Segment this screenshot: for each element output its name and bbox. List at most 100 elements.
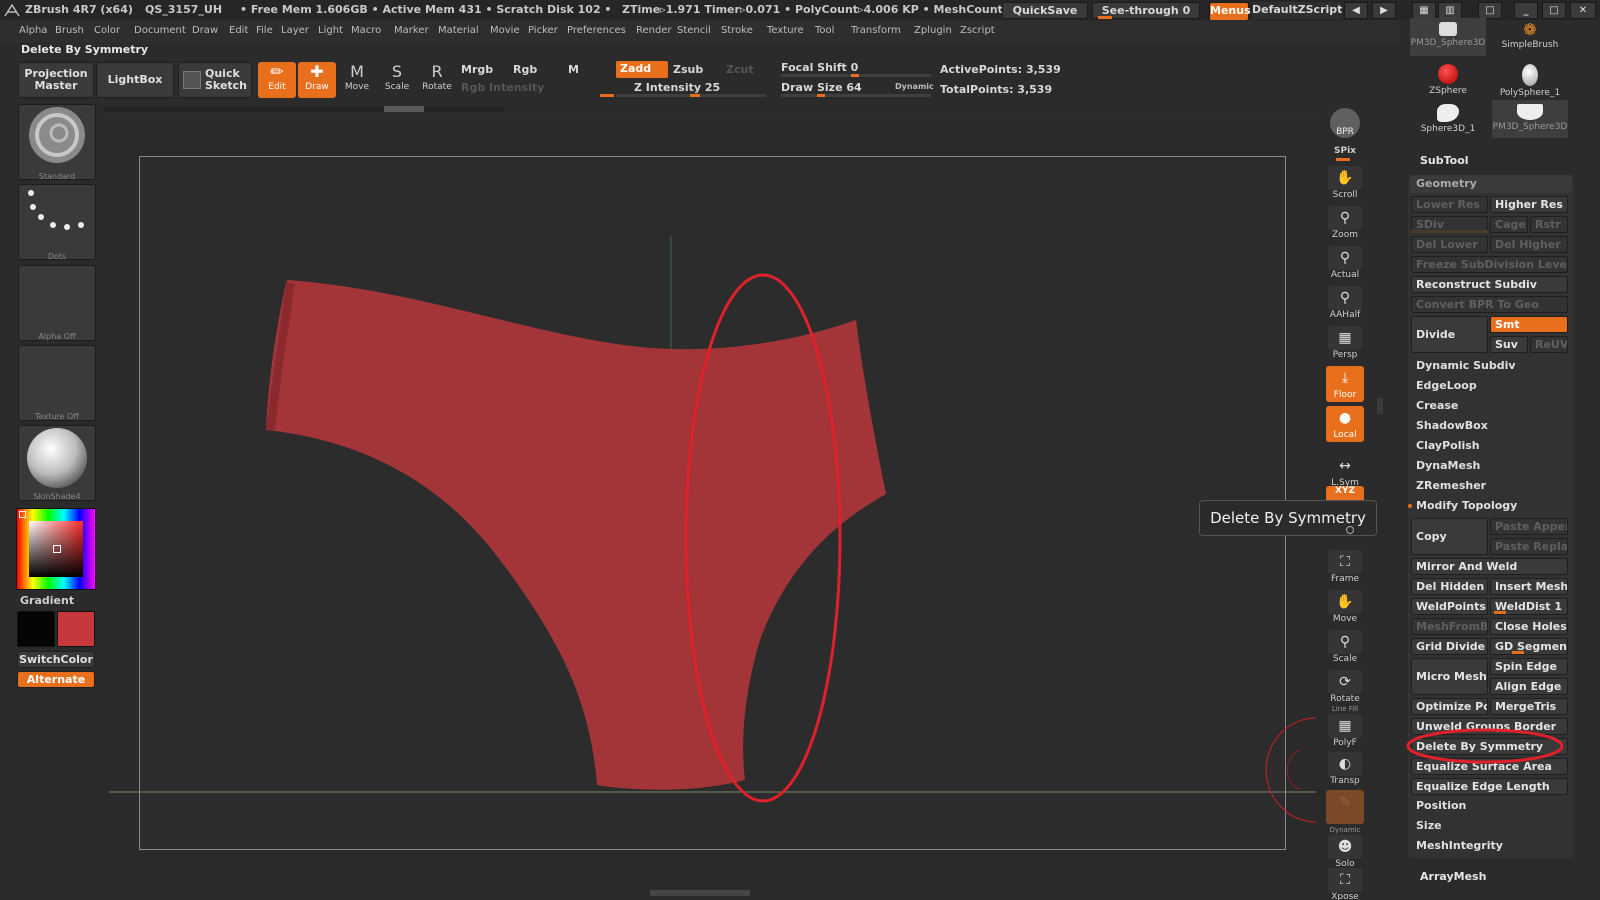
actual-button[interactable]: ⚲ Actual	[1326, 246, 1364, 280]
move-view-button[interactable]: ✋ Move	[1326, 590, 1364, 624]
paste-append-button[interactable]: Paste Appen	[1490, 518, 1568, 535]
subtool-name: SimpleBrush	[1501, 40, 1559, 50]
gd-segments-fill	[1512, 651, 1524, 654]
window-layout-icon[interactable]: ▥	[1438, 2, 1462, 19]
subtool-thumb-polysphere[interactable]: PolySphere_1	[1492, 60, 1568, 98]
edgeloop-section[interactable]: EdgeLoop	[1410, 377, 1572, 395]
modify-topology-section[interactable]: Modify Topology	[1410, 497, 1572, 515]
micro-mesh-button[interactable]: Micro Mesh	[1411, 658, 1488, 695]
subtool-name: PM3D_Sphere3D	[1410, 38, 1486, 48]
subtool-thumb-sphere3d[interactable]: Sphere3D_1	[1410, 100, 1486, 138]
dynamesh-section[interactable]: DynaMesh	[1410, 457, 1572, 475]
mirror-and-weld-button[interactable]: Mirror And Weld	[1411, 558, 1568, 575]
del-higher-button[interactable]: Del Higher	[1490, 236, 1568, 253]
zbrush-window: ZBrush 4R7 (x64) QS_3157_UH • Free Mem 1…	[0, 0, 1600, 900]
maximize-icon[interactable]: □	[1542, 2, 1566, 19]
weldpoints-button[interactable]: WeldPoints	[1411, 598, 1488, 615]
mergetris-button[interactable]: MergeTris	[1490, 698, 1568, 715]
size-section[interactable]: Size	[1410, 817, 1572, 835]
spin-edge-button[interactable]: Spin Edge	[1490, 658, 1568, 675]
spix-fill	[1336, 158, 1350, 161]
persp-button[interactable]: ▦ Persp	[1326, 326, 1364, 360]
canvas-bottom-scroll[interactable]	[650, 890, 750, 896]
minimize-icon[interactable]: _	[1514, 2, 1538, 19]
layout-left-icon[interactable]: ◀	[1344, 2, 1368, 19]
frame-label: Frame	[1330, 574, 1360, 584]
crease-section[interactable]: Crease	[1410, 397, 1572, 415]
xpose-button[interactable]: ⛶ Xpose	[1326, 868, 1364, 900]
scale-view-button[interactable]: ⚲ Scale	[1326, 630, 1364, 664]
zremesher-section[interactable]: ZRemesher	[1410, 477, 1572, 495]
paste-replace-button[interactable]: Paste Replac	[1490, 538, 1568, 555]
close-icon[interactable]: ✕	[1570, 2, 1596, 19]
aahalf-button[interactable]: ⚲ AAHalf	[1326, 286, 1364, 320]
meshintegrity-section[interactable]: MeshIntegrity	[1410, 837, 1572, 855]
del-hidden-button[interactable]: Del Hidden	[1411, 578, 1488, 595]
lock-icon[interactable]: □	[1478, 2, 1502, 19]
higher-res-button[interactable]: Higher Res	[1490, 196, 1568, 213]
freeze-subdivision-button[interactable]: Freeze SubDivision Levels	[1411, 256, 1568, 273]
frame-icon: ⛶	[1328, 550, 1362, 574]
bpr-button[interactable]: BPR	[1326, 108, 1364, 138]
convert-bpr-button[interactable]: Convert BPR To Geo	[1411, 296, 1568, 313]
floor-label: Floor	[1333, 390, 1357, 400]
rotate-view-button[interactable]: ⟳ Rotate	[1326, 670, 1364, 704]
subtool-name: PolySphere_1	[1499, 88, 1561, 98]
subtool-thumb-zsphere[interactable]: ZSphere	[1410, 60, 1486, 98]
claypolish-section[interactable]: ClayPolish	[1410, 437, 1572, 455]
grid-divide-button[interactable]: Grid Divide	[1411, 638, 1488, 655]
reuv-button[interactable]: ReUV	[1530, 336, 1568, 353]
annotation-arc	[1265, 717, 1317, 823]
layout-right-icon[interactable]: ▶	[1372, 2, 1396, 19]
del-lower-button[interactable]: Del Lower	[1411, 236, 1488, 253]
equalize-edge-length-button[interactable]: Equalize Edge Length	[1411, 778, 1568, 795]
frame-button[interactable]: ⛶ Frame	[1326, 550, 1364, 584]
divide-button[interactable]: Divide	[1411, 316, 1488, 353]
subtool-thumb-pm3d-sphere3d[interactable]: PM3D_Sphere3D	[1410, 18, 1486, 56]
xpose-label: Xpose	[1331, 892, 1359, 900]
zoom-button[interactable]: ⚲ Zoom	[1326, 206, 1364, 240]
gd-segments-slider[interactable]: GD Segment:	[1490, 638, 1568, 655]
suv-toggle[interactable]: Suv	[1490, 336, 1528, 353]
subtool-name: PM3D_Sphere3D	[1492, 122, 1568, 132]
subtool-thumb-simplebrush[interactable]: ❁ SimpleBrush	[1492, 18, 1568, 56]
solo-button[interactable]: ☻ Solo	[1326, 835, 1364, 869]
rstr-button[interactable]: Rstr	[1530, 216, 1568, 233]
dynamic-label: Dynamic	[1329, 826, 1361, 834]
optimize-points-button[interactable]: Optimize Poi	[1411, 698, 1488, 715]
polyf-label: PolyF	[1333, 738, 1357, 748]
meshfrombrush-button[interactable]: MeshFromBru	[1411, 618, 1488, 635]
shadowbox-section[interactable]: ShadowBox	[1410, 417, 1572, 435]
cage-button[interactable]: Cage	[1490, 216, 1528, 233]
local-label: Local	[1333, 430, 1357, 440]
floor-button[interactable]: ⤓ Floor	[1326, 366, 1364, 402]
insert-mesh-button[interactable]: Insert Mesh	[1490, 578, 1568, 595]
copy-button[interactable]: Copy	[1411, 518, 1488, 555]
geometry-header[interactable]: Geometry	[1410, 175, 1572, 193]
sdiv-fill	[1411, 230, 1488, 233]
right-panel-scrollbar[interactable]	[1377, 398, 1383, 414]
polyf-grid-icon: ▦	[1328, 714, 1362, 738]
transp-button[interactable]: ◐ Transp	[1326, 752, 1364, 786]
dynamic-subdiv-section[interactable]: Dynamic Subdiv	[1410, 357, 1572, 375]
smt-toggle[interactable]: Smt	[1490, 316, 1568, 333]
polyf-button[interactable]: ▦ PolyF	[1326, 714, 1364, 748]
position-section[interactable]: Position	[1410, 797, 1572, 815]
window-tile-icon[interactable]: ▦	[1412, 2, 1436, 19]
ghost-button[interactable]: ✎ Ghost	[1326, 790, 1364, 824]
subtool-thumb-pm3d-sphere3d-2[interactable]: PM3D_Sphere3D	[1492, 100, 1568, 138]
align-edge-button[interactable]: Align Edge	[1490, 678, 1568, 695]
scroll-label: Scroll	[1332, 190, 1358, 200]
lower-res-button[interactable]: Lower Res	[1411, 196, 1488, 213]
close-holes-button[interactable]: Close Holes	[1490, 618, 1568, 635]
spix-slider[interactable]: SPix	[1326, 146, 1364, 156]
transp-icon: ◐	[1328, 752, 1362, 776]
local-button[interactable]: ● Local	[1326, 406, 1364, 442]
subtool-section-title[interactable]: SubTool	[1420, 154, 1469, 167]
welddist-fill	[1494, 611, 1506, 614]
bpr-label: BPR	[1336, 127, 1354, 137]
scroll-button[interactable]: ✋ Scroll	[1326, 166, 1364, 200]
arraymesh-section-title[interactable]: ArrayMesh	[1420, 870, 1486, 883]
reconstruct-subdiv-button[interactable]: Reconstruct Subdiv	[1411, 276, 1568, 293]
lsym-button[interactable]: ↔ L.Sym	[1326, 454, 1364, 488]
